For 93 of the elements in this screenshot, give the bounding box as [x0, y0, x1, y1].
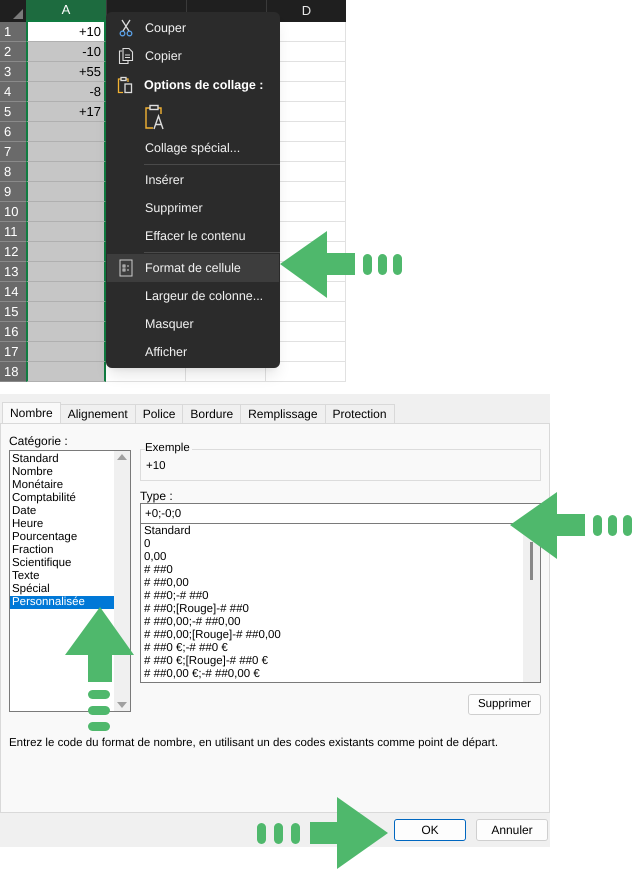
menu-item[interactable]: Copier — [107, 42, 279, 70]
menu-item[interactable]: Masquer — [107, 310, 279, 338]
table-cell[interactable]: +17 — [26, 102, 106, 122]
scissors-icon — [119, 19, 133, 37]
row-header[interactable]: 4 — [0, 82, 26, 102]
table-cell[interactable] — [26, 222, 106, 242]
clipboard-icon — [117, 76, 133, 94]
type-field[interactable]: +0;-0;0 — [140, 503, 541, 524]
list-item[interactable]: Standard — [10, 453, 114, 466]
category-label: Catégorie : — [9, 433, 69, 450]
help-text: Entrez le code du format de nombre, en utilisant un des codes existants comme point de départ. — [9, 736, 500, 751]
table-cell[interactable] — [26, 202, 106, 222]
tab[interactable]: Bordure — [183, 404, 242, 423]
row-header[interactable]: 2 — [0, 42, 26, 62]
menu-item[interactable]: Effacer le contenu — [107, 222, 279, 250]
column-header[interactable]: A — [26, 0, 106, 22]
menu-item[interactable]: Supprimer — [107, 194, 279, 222]
dialog-button[interactable]: Annuler — [476, 819, 548, 841]
list-item[interactable]: Texte — [10, 570, 114, 583]
row-header[interactable]: 13 — [0, 262, 26, 282]
table-cell[interactable]: -10 — [26, 42, 106, 62]
menu-heading: Options de collage : — [144, 76, 264, 94]
row-header[interactable]: 15 — [0, 302, 26, 322]
table-cell[interactable] — [26, 322, 106, 342]
table-cell[interactable] — [26, 302, 106, 322]
list-item[interactable]: 0 — [144, 538, 150, 551]
list-item[interactable]: # ##0 — [144, 564, 173, 577]
table-cell[interactable]: +10 — [26, 22, 106, 42]
menu-item[interactable]: Afficher — [107, 338, 279, 366]
list-item[interactable]: # ##0,00 — [144, 577, 189, 590]
list-item[interactable]: # ##0,00 €;-# ##0,00 € — [144, 668, 260, 681]
row-header[interactable]: 3 — [0, 62, 26, 82]
category-list[interactable]: Standard Nombre Monétaire Comptabilité Date Heure Pourcentage Fraction Scientifique Texte Spécial Personnalisée — [9, 450, 131, 712]
list-item[interactable]: Standard — [144, 525, 191, 538]
dialog-button[interactable]: OK — [394, 819, 466, 841]
example-value: +10 — [146, 459, 166, 474]
menu-item[interactable]: Format de cellule — [107, 254, 279, 282]
table-cell[interactable] — [26, 162, 106, 182]
row-header[interactable]: 16 — [0, 322, 26, 342]
tab[interactable]: Alignement — [60, 404, 136, 423]
list-item[interactable]: Scientifique — [10, 557, 114, 570]
menu-item[interactable]: Insérer — [107, 166, 279, 194]
tab[interactable]: Police — [136, 404, 184, 423]
tab[interactable]: Protection — [326, 404, 395, 423]
table-cell[interactable] — [26, 122, 106, 142]
format-cells-icon — [119, 259, 133, 277]
type-label: Type : — [140, 488, 174, 503]
list-item[interactable]: # ##0;[Rouge]-# ##0 — [144, 603, 249, 616]
list-item[interactable]: # ##0;-# ##0 — [144, 590, 209, 603]
row-header[interactable]: 14 — [0, 282, 26, 302]
format-list[interactable]: Standard 0 0,00 # ##0 # ##0,00 # ##0;-# ##0 # ##0;[Rouge]-# ##0 # ##0,00;-# ##0,00 # ##0,00;[Rouge]-# ##0,00 # ##0 €;-# ##0 € # ##0 €;[Rouge]-# ##0 € # ##0,00 €;-# ##0,00 € — [140, 524, 541, 683]
list-item[interactable]: Personnalisée — [10, 596, 114, 609]
table-cell[interactable] — [26, 362, 106, 382]
list-item[interactable]: Monétaire — [10, 479, 114, 492]
list-item[interactable]: Fraction — [10, 544, 114, 557]
row-header[interactable]: 12 — [0, 242, 26, 262]
list-item[interactable]: # ##0,00;-# ##0,00 — [144, 616, 241, 629]
list-item[interactable]: Comptabilité — [10, 492, 114, 505]
row-header[interactable]: 17 — [0, 342, 26, 362]
scrollbar-thumb[interactable] — [530, 542, 533, 580]
row-header[interactable]: 5 — [0, 102, 26, 122]
table-cell[interactable] — [26, 262, 106, 282]
row-header[interactable]: 9 — [0, 182, 26, 202]
menu-item[interactable]: Collage spécial... — [107, 134, 279, 162]
table-cell[interactable]: +55 — [26, 62, 106, 82]
row-header[interactable]: 18 — [0, 362, 26, 382]
row-header[interactable]: 6 — [0, 122, 26, 142]
menu-item[interactable]: Largeur de colonne... — [107, 282, 279, 310]
list-item[interactable]: Date — [10, 505, 114, 518]
row-header[interactable]: 8 — [0, 162, 26, 182]
list-item[interactable]: # ##0 €;[Rouge]-# ##0 € — [144, 655, 268, 668]
row-header[interactable]: 10 — [0, 202, 26, 222]
row-header[interactable]: 11 — [0, 222, 26, 242]
list-item[interactable]: # ##0 €;-# ##0 € — [144, 642, 228, 655]
table-cell[interactable] — [26, 342, 106, 362]
list-item[interactable]: Pourcentage — [10, 531, 114, 544]
scrollbar[interactable] — [114, 451, 130, 711]
tab[interactable]: Nombre — [2, 402, 61, 423]
list-item[interactable]: Nombre — [10, 466, 114, 479]
list-item[interactable]: 0,00 — [144, 551, 166, 564]
copy-icon — [118, 47, 134, 65]
tab[interactable]: Remplissage — [241, 404, 326, 423]
table-cell[interactable]: -8 — [26, 82, 106, 102]
table-cell[interactable] — [26, 142, 106, 162]
list-item[interactable]: # ##0,00;[Rouge]-# ##0,00 — [144, 629, 281, 642]
table-cell[interactable] — [26, 182, 106, 202]
row-header[interactable]: 1 — [0, 22, 26, 42]
list-item[interactable]: Spécial — [10, 583, 114, 596]
row-header[interactable]: 7 — [0, 142, 26, 162]
table-cell[interactable] — [26, 242, 106, 262]
table-cell[interactable] — [26, 282, 106, 302]
delete-button[interactable]: Supprimer — [468, 694, 541, 715]
list-item[interactable]: Heure — [10, 518, 114, 531]
